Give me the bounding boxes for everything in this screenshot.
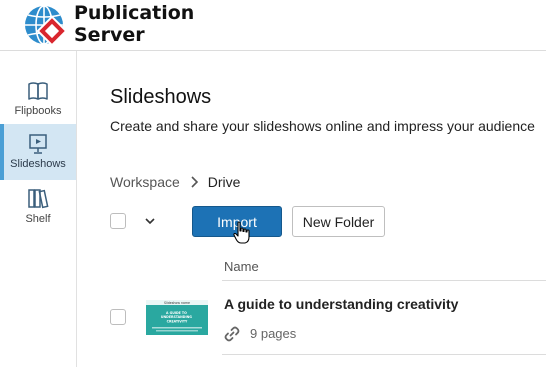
app-title-line2: Server [74,24,145,46]
column-header-name[interactable]: Name [224,259,259,274]
shelf-icon [28,189,49,209]
slideshow-thumbnail[interactable]: Slideshow name A GUIDE TO UNDERSTANDING … [146,300,208,335]
publication-server-logo-icon[interactable] [23,2,69,48]
app-title-line1: Publication [74,2,195,24]
breadcrumb-workspace-link[interactable]: Workspace [110,174,180,190]
sidebar-item-label: Slideshows [10,158,66,170]
app-header: Publication Server [0,0,546,51]
import-button[interactable]: Import [192,206,282,237]
sidebar-item-slideshows[interactable]: Slideshows [0,124,76,180]
sidebar: Flipbooks Slideshows Shelf [0,51,77,367]
breadcrumb-current: Drive [207,174,241,190]
chevron-right-icon [191,176,198,188]
row-checkbox[interactable] [110,309,126,325]
sidebar-item-shelf[interactable]: Shelf [0,179,76,235]
page-subtitle: Create and share your slideshows online … [110,118,535,134]
book-icon [28,82,48,100]
row-divider [222,354,546,355]
thumbnail-caption: Slideshow name [164,301,190,305]
breadcrumb: Workspace Drive [110,173,240,191]
table-row[interactable]: Slideshow name A GUIDE TO UNDERSTANDING … [100,281,546,355]
page-title: Slideshows [110,86,212,108]
link-icon[interactable] [223,325,241,343]
page-count: 9 pages [250,326,297,341]
chevron-down-icon[interactable] [144,215,156,227]
app-title: Publication Server [74,2,194,46]
thumbnail-title-line: CREATIVITY [167,319,188,323]
sidebar-item-label: Shelf [25,213,51,225]
slideshow-title[interactable]: A guide to understanding creativity [224,296,458,312]
presentation-icon [29,134,47,154]
select-all-checkbox[interactable] [110,213,126,229]
sidebar-item-label: Flipbooks [14,105,62,117]
sidebar-item-flipbooks[interactable]: Flipbooks [0,71,76,127]
new-folder-button[interactable]: New Folder [292,206,385,237]
